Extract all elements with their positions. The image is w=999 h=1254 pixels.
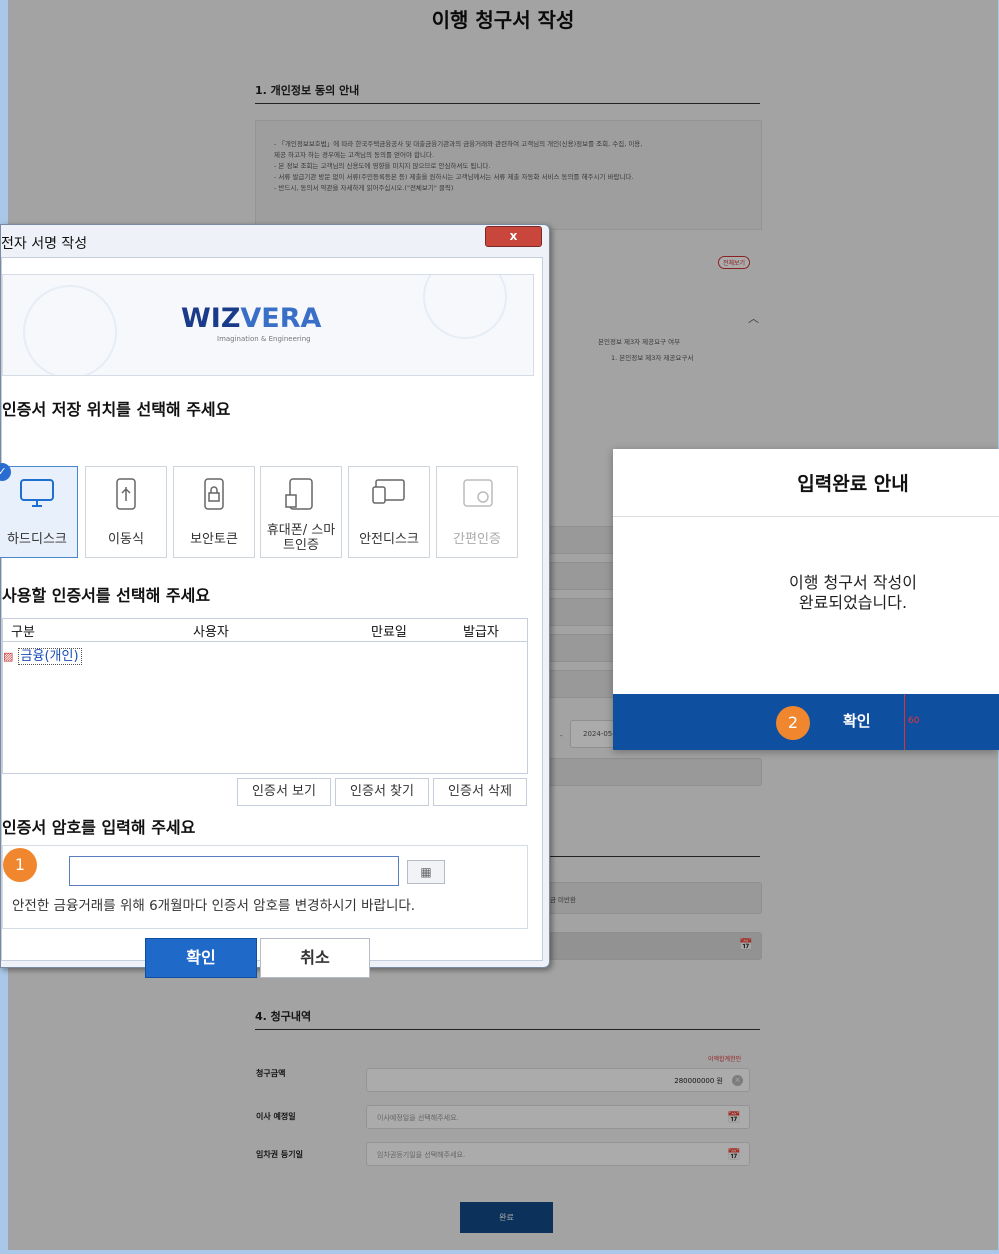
find-cert-button[interactable]: 인증서 찾기	[335, 778, 429, 806]
modal-message: 이행 청구서 작성이 완료되었습니다.	[613, 573, 999, 613]
simple-auth-icon	[463, 479, 493, 507]
counter-label: 60	[908, 716, 920, 726]
dialog-body: WIZVERA Imagination & Engineering 인증서 저장…	[0, 257, 543, 978]
storage-simple-auth: 간편인증	[436, 466, 518, 558]
table-row[interactable]: ▨ 금융(개인)	[3, 645, 82, 665]
check-icon: ✓	[0, 463, 11, 481]
password-heading: 인증서 암호를 입력해 주세요	[2, 818, 196, 837]
phone-icon	[285, 478, 313, 510]
modal-ok-label: 확인	[843, 712, 871, 730]
view-cert-button[interactable]: 인증서 보기	[237, 778, 331, 806]
storage-removable[interactable]: 이동식	[85, 466, 167, 558]
logo-main: WIZ	[181, 303, 241, 334]
col-issuer: 발급자	[463, 625, 499, 640]
storage-label: 이동식	[108, 532, 144, 547]
dialog-cancel-button[interactable]: 취소	[260, 938, 370, 978]
storage-phone[interactable]: 휴대폰/ 스마트인증	[260, 466, 342, 558]
completion-modal: 입력완료 안내 이행 청구서 작성이 완료되었습니다. 2 확인 60	[613, 449, 999, 750]
logo-accent: VERA	[240, 303, 322, 334]
delete-cert-button[interactable]: 인증서 삭제	[433, 778, 527, 806]
storage-safe-disk[interactable]: 안전디스크	[348, 466, 430, 558]
usb-icon	[116, 478, 136, 510]
modal-ok-button[interactable]: 2 확인 60	[613, 694, 999, 750]
storage-label: 안전디스크	[359, 532, 419, 547]
storage-harddisk[interactable]: ✓ 하드디스크	[0, 463, 78, 558]
password-note: 안전한 금융거래를 위해 6개월마다 인증서 암호를 변경하시기 바랍니다.	[12, 898, 416, 914]
close-icon[interactable]: x	[485, 226, 542, 247]
cert-type: 금융(개인)	[17, 648, 82, 665]
step-badge-1: 1	[3, 848, 37, 882]
security-token-icon	[204, 478, 224, 510]
decor-ring	[23, 285, 117, 375]
keyboard-icon[interactable]: ▦	[407, 860, 445, 884]
wizvera-banner: WIZVERA Imagination & Engineering	[2, 274, 534, 376]
cert-table[interactable]: 구분 사용자 만료일 발급자 ▨ 금융(개인)	[2, 618, 528, 774]
col-expiry: 만료일	[371, 625, 407, 640]
cursor-line	[904, 694, 905, 750]
logo-tagline: Imagination & Engineering	[217, 335, 311, 343]
table-header-divider	[3, 641, 527, 642]
modal-divider	[613, 516, 999, 517]
storage-label: 하드디스크	[7, 532, 67, 547]
storage-label: 간편인증	[453, 532, 501, 547]
modal-message-line: 이행 청구서 작성이	[789, 573, 917, 592]
modal-message-line: 완료되었습니다.	[798, 593, 908, 612]
wizvera-logo: WIZVERA	[181, 303, 321, 334]
cert-icon: ▨	[3, 650, 14, 663]
cert-heading: 사용할 인증서를 선택해 주세요	[2, 586, 211, 605]
modal-title: 입력완료 안내	[797, 473, 909, 495]
dialog-ok-button[interactable]: 확인	[145, 938, 257, 978]
decor-ring	[423, 275, 507, 339]
dialog-title: 전자 서명 작성	[1, 236, 88, 252]
password-input[interactable]	[69, 856, 399, 886]
col-user: 사용자	[193, 625, 229, 640]
storage-label: 휴대폰/ 스마트인증	[266, 523, 336, 553]
step-badge-2: 2	[776, 706, 810, 740]
safe-disk-icon	[372, 479, 405, 504]
storage-security-token[interactable]: 보안토큰	[173, 466, 255, 558]
storage-heading: 인증서 저장 위치를 선택해 주세요	[2, 400, 231, 419]
monitor-icon	[20, 479, 54, 507]
storage-label: 보안토큰	[190, 532, 238, 547]
e-signature-dialog: 전자 서명 작성 x WIZVERA Imagination & Enginee…	[0, 224, 550, 978]
col-type: 구분	[11, 625, 35, 640]
